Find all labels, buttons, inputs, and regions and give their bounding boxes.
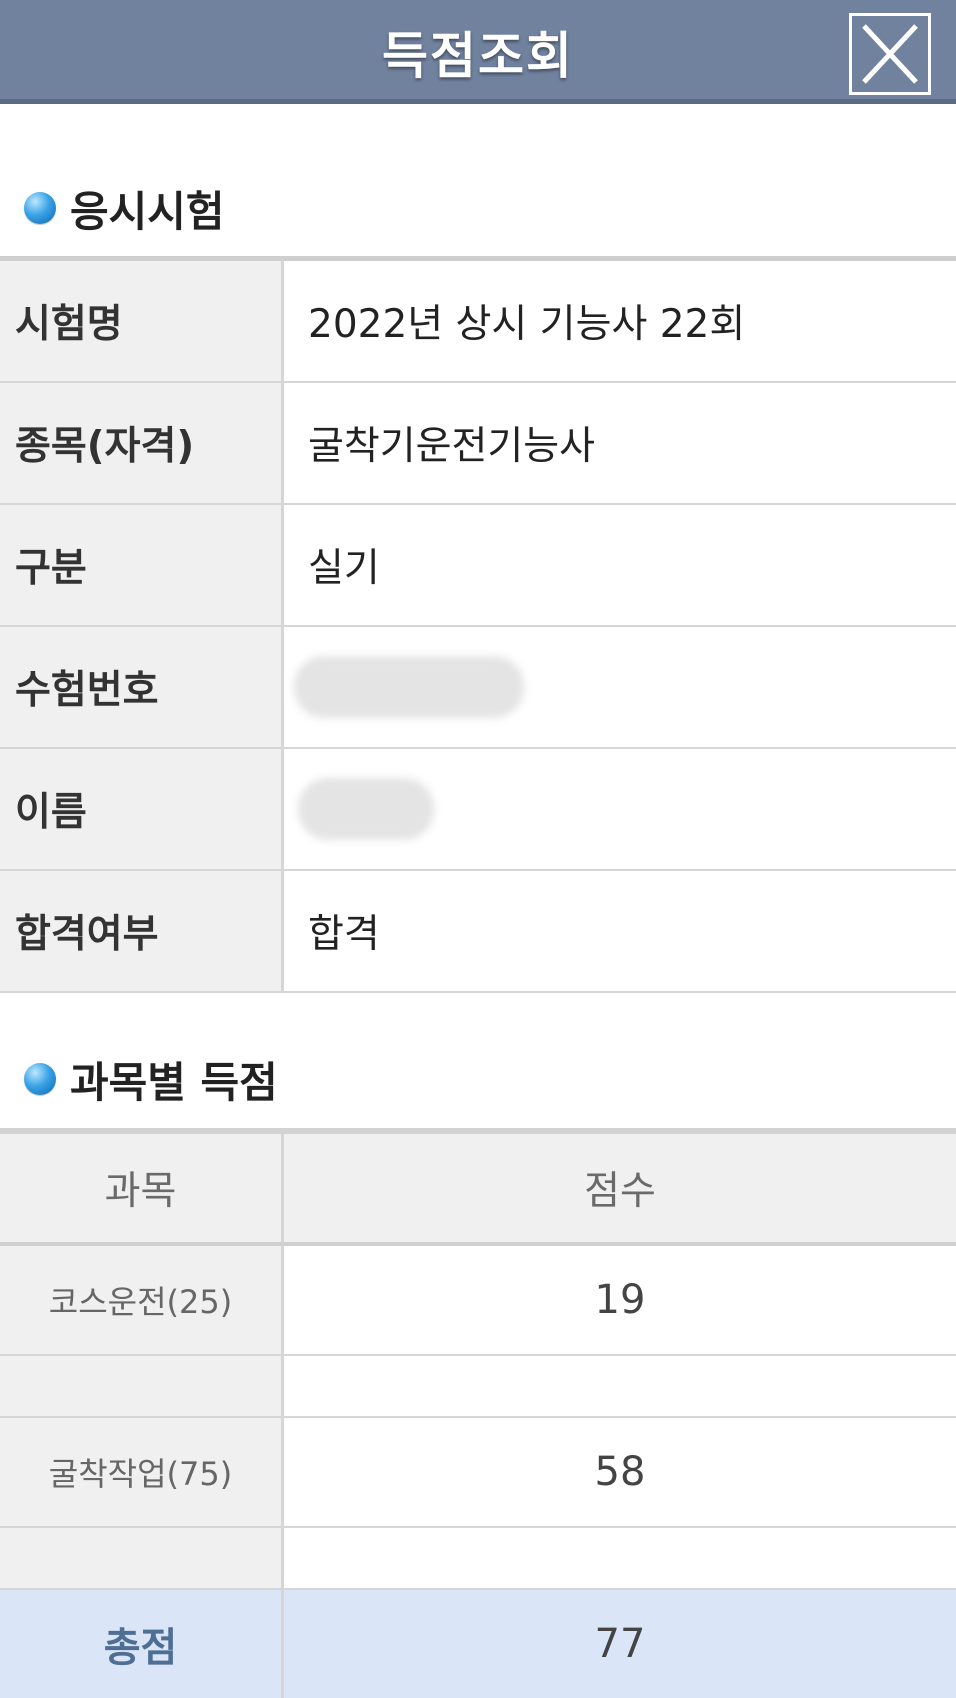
name-value xyxy=(284,749,956,869)
close-button[interactable] xyxy=(849,13,931,95)
exam-number-value xyxy=(284,627,956,747)
info-row-exam-number: 수험번호 xyxy=(0,627,956,749)
info-row-name: 이름 xyxy=(0,749,956,871)
score-table-header: 과목 점수 xyxy=(0,1134,956,1246)
table-row: 코스운전(25) 19 xyxy=(0,1246,956,1356)
empty-cell xyxy=(0,1356,284,1416)
info-label: 구분 xyxy=(0,505,284,625)
info-row-exam-name: 시험명 2022년 상시 기능사 22회 xyxy=(0,261,956,383)
subject-name: 코스운전(25) xyxy=(0,1246,284,1354)
info-label: 이름 xyxy=(0,749,284,869)
column-header-subject: 과목 xyxy=(0,1134,284,1242)
exam-section-heading: 응시시험 xyxy=(24,183,225,236)
pass-status-value: 합격 xyxy=(308,912,380,957)
total-row: 총점 77 xyxy=(0,1590,956,1698)
info-label: 시험명 xyxy=(0,261,284,381)
redacted-exam-number xyxy=(294,656,524,718)
header-bar: 득점조회 xyxy=(0,0,956,104)
subject-score: 19 xyxy=(594,1277,646,1323)
score-table: 과목 점수 코스운전(25) 19 굴착작업(75) 58 총점 77 xyxy=(0,1128,956,1698)
bullet-icon xyxy=(24,192,56,224)
close-icon xyxy=(862,24,918,84)
exam-info-table: 시험명 2022년 상시 기능사 22회 종목(자격) 굴착기운전기능사 구분 … xyxy=(0,256,956,993)
total-label: 총점 xyxy=(0,1590,284,1698)
info-row-category: 구분 실기 xyxy=(0,505,956,627)
subject-score: 58 xyxy=(594,1449,646,1495)
qualification-value: 굴착기운전기능사 xyxy=(308,424,596,469)
category-value: 실기 xyxy=(308,546,380,591)
info-row-pass-status: 합격여부 합격 xyxy=(0,871,956,993)
page-title: 득점조회 xyxy=(382,27,574,85)
empty-cell xyxy=(284,1528,956,1588)
column-header-score: 점수 xyxy=(284,1134,956,1242)
table-row-empty xyxy=(0,1528,956,1590)
bullet-icon xyxy=(24,1063,56,1095)
info-label: 종목(자격) xyxy=(0,383,284,503)
score-section-heading: 과목별 득점 xyxy=(24,1054,278,1107)
info-label: 수험번호 xyxy=(0,627,284,747)
info-row-qualification: 종목(자격) 굴착기운전기능사 xyxy=(0,383,956,505)
subject-name: 굴착작업(75) xyxy=(0,1418,284,1526)
table-row: 굴착작업(75) 58 xyxy=(0,1418,956,1528)
exam-section-title: 응시시험 xyxy=(70,186,225,236)
empty-cell xyxy=(284,1356,956,1416)
table-row-empty xyxy=(0,1356,956,1418)
score-section-title: 과목별 득점 xyxy=(70,1057,278,1107)
empty-cell xyxy=(0,1528,284,1588)
exam-name-value: 2022년 상시 기능사 22회 xyxy=(308,302,746,347)
redacted-name xyxy=(298,778,434,840)
total-score: 77 xyxy=(284,1590,956,1698)
info-label: 합격여부 xyxy=(0,871,284,991)
